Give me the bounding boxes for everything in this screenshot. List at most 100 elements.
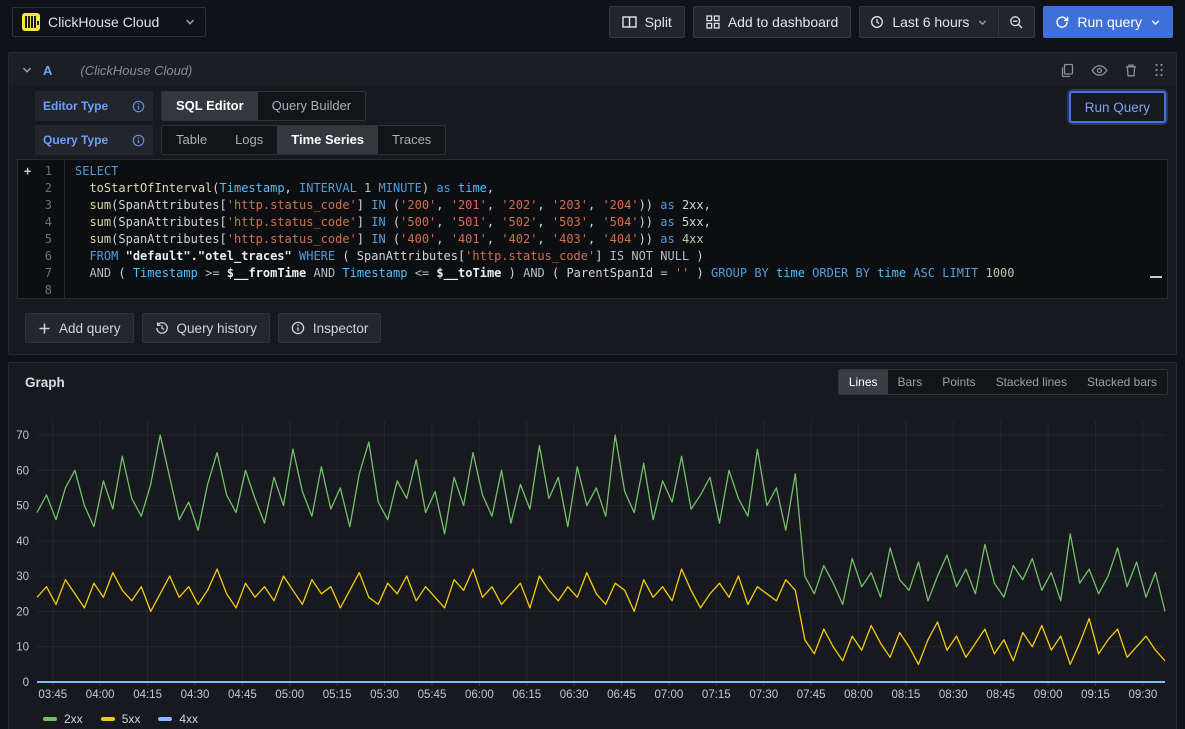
time-range-button[interactable]: Last 6 hours xyxy=(860,7,998,37)
time-range-label: Last 6 hours xyxy=(892,14,969,30)
run-query-label: Run query xyxy=(1077,14,1142,30)
add-query-label: Add query xyxy=(59,321,121,336)
sql-line: toStartOfInterval(Timestamp, INTERVAL 1 … xyxy=(75,180,1167,197)
query-editor-panel: A (ClickHouse Cloud) Editor Type SQL Edi… xyxy=(8,52,1177,355)
svg-text:05:30: 05:30 xyxy=(370,689,399,701)
chevron-down-icon xyxy=(977,17,988,28)
remove-query-trash-icon[interactable] xyxy=(1124,63,1138,78)
chevron-down-icon xyxy=(1150,17,1161,28)
svg-text:07:30: 07:30 xyxy=(749,689,778,701)
clock-icon xyxy=(870,15,884,29)
svg-text:05:00: 05:00 xyxy=(275,689,304,701)
query-type-options: Table Logs Time Series Traces xyxy=(161,125,446,155)
legend-swatch xyxy=(101,717,115,721)
history-icon xyxy=(155,321,169,335)
datasource-name: ClickHouse Cloud xyxy=(48,14,159,30)
plus-icon: + xyxy=(24,163,31,180)
datasource-picker[interactable]: ClickHouse Cloud xyxy=(12,7,206,37)
info-icon xyxy=(291,321,305,335)
svg-text:07:00: 07:00 xyxy=(655,689,684,701)
svg-text:08:45: 08:45 xyxy=(986,689,1015,701)
sql-code-lines: SELECT toStartOfInterval(Timestamp, INTE… xyxy=(64,160,1167,299)
datasource-hint: (ClickHouse Cloud) xyxy=(80,63,192,78)
query-ref-id[interactable]: A xyxy=(43,63,52,78)
zoom-out-time-button[interactable] xyxy=(998,7,1034,37)
editor-gutter: + 12345678 xyxy=(18,163,64,299)
option-lines[interactable]: Lines xyxy=(839,370,888,394)
option-logs[interactable]: Logs xyxy=(221,126,277,154)
drag-handle-icon[interactable] xyxy=(1154,63,1164,77)
split-label: Split xyxy=(645,14,672,30)
info-icon[interactable] xyxy=(132,100,145,113)
sql-line: sum(SpanAttributes['http.status_code'] I… xyxy=(75,231,1167,248)
legend-label: 5xx xyxy=(122,712,141,726)
svg-text:40: 40 xyxy=(16,536,29,548)
svg-text:07:45: 07:45 xyxy=(797,689,826,701)
svg-text:20: 20 xyxy=(16,606,29,618)
add-to-dashboard-button[interactable]: Add to dashboard xyxy=(693,6,852,38)
sql-code-editor[interactable]: + 12345678 SELECT toStartOfInterval(Time… xyxy=(17,159,1168,299)
svg-text:0: 0 xyxy=(23,677,29,689)
chart-canvas[interactable]: 01020304050607003:4504:0004:1504:3004:45… xyxy=(9,401,1176,703)
hide-response-eye-icon[interactable] xyxy=(1091,64,1108,77)
sql-line: SELECT xyxy=(75,163,1167,180)
collapse-chevron-icon[interactable] xyxy=(21,64,33,76)
svg-text:04:45: 04:45 xyxy=(228,689,257,701)
svg-text:03:45: 03:45 xyxy=(38,689,67,701)
svg-text:08:00: 08:00 xyxy=(844,689,873,701)
sql-line: AND ( Timestamp >= $__fromTime AND Times… xyxy=(75,265,1167,282)
toolbar: ClickHouse Cloud Split Add to dashboard … xyxy=(0,0,1185,44)
option-sql-editor[interactable]: SQL Editor xyxy=(162,92,258,120)
editor-type-label: Editor Type xyxy=(43,99,108,113)
legend-item-4xx[interactable]: 4xx xyxy=(158,712,198,726)
query-history-button[interactable]: Query history xyxy=(142,313,270,343)
graph-style-options: Lines Bars Points Stacked lines Stacked … xyxy=(838,369,1168,395)
option-stacked-bars[interactable]: Stacked bars xyxy=(1077,370,1167,394)
legend-swatch xyxy=(43,717,57,721)
svg-text:06:00: 06:00 xyxy=(465,689,494,701)
query-type-field-label: Query Type xyxy=(35,125,153,155)
add-query-button[interactable]: Add query xyxy=(25,313,134,343)
run-query-button-panel[interactable]: Run Query xyxy=(1069,91,1166,123)
svg-text:09:00: 09:00 xyxy=(1034,689,1063,701)
inspector-button[interactable]: Inspector xyxy=(278,313,382,343)
chevron-down-icon xyxy=(184,16,196,28)
chart-legend: 2xx 5xx 4xx xyxy=(9,708,1176,726)
option-table[interactable]: Table xyxy=(162,126,221,154)
svg-text:05:15: 05:15 xyxy=(323,689,352,701)
legend-item-2xx[interactable]: 2xx xyxy=(43,712,83,726)
time-picker-group: Last 6 hours xyxy=(859,6,1035,38)
option-bars[interactable]: Bars xyxy=(888,370,933,394)
query-history-label: Query history xyxy=(177,321,257,336)
option-stacked-lines[interactable]: Stacked lines xyxy=(986,370,1077,394)
sql-line: sum(SpanAttributes['http.status_code'] I… xyxy=(75,214,1167,231)
duplicate-query-icon[interactable] xyxy=(1060,63,1075,78)
editor-type-field-label: Editor Type xyxy=(35,91,153,121)
query-type-label: Query Type xyxy=(43,133,108,147)
time-series-chart[interactable]: 01020304050607003:4504:0004:1504:3004:45… xyxy=(9,401,1176,708)
sync-icon xyxy=(1055,15,1069,29)
svg-text:60: 60 xyxy=(16,465,29,477)
svg-text:04:30: 04:30 xyxy=(181,689,210,701)
option-query-builder[interactable]: Query Builder xyxy=(258,92,365,120)
editor-cursor xyxy=(1150,276,1162,278)
add-to-dashboard-label: Add to dashboard xyxy=(728,14,839,30)
split-button[interactable]: Split xyxy=(609,6,685,38)
svg-text:50: 50 xyxy=(16,501,29,513)
svg-text:07:15: 07:15 xyxy=(702,689,731,701)
apps-grid-icon xyxy=(706,15,720,29)
svg-text:10: 10 xyxy=(16,642,29,654)
plus-icon xyxy=(38,322,51,335)
option-traces[interactable]: Traces xyxy=(378,126,445,154)
option-points[interactable]: Points xyxy=(932,370,985,394)
svg-text:06:15: 06:15 xyxy=(512,689,541,701)
run-query-button-topbar[interactable]: Run query xyxy=(1043,6,1173,38)
svg-text:06:45: 06:45 xyxy=(607,689,636,701)
legend-item-5xx[interactable]: 5xx xyxy=(101,712,141,726)
legend-label: 2xx xyxy=(64,712,83,726)
svg-text:05:45: 05:45 xyxy=(418,689,447,701)
svg-text:09:30: 09:30 xyxy=(1128,689,1157,701)
option-time-series[interactable]: Time Series xyxy=(277,126,378,154)
svg-text:09:15: 09:15 xyxy=(1081,689,1110,701)
info-icon[interactable] xyxy=(132,134,145,147)
